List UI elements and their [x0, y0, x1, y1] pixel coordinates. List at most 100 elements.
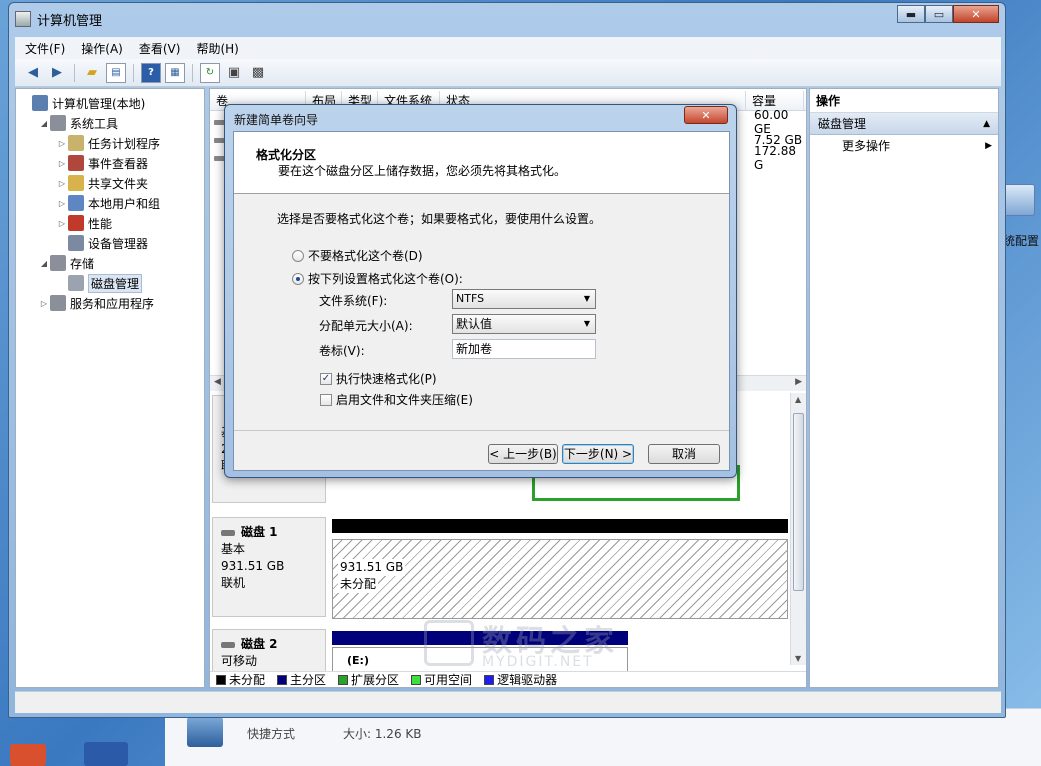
- format-radio[interactable]: [292, 272, 304, 285]
- expander-icon[interactable]: ▷: [56, 159, 68, 168]
- wizard-body: 格式化分区 要在这个磁盘分区上储存数据，您必须先将其格式化。 选择是否要格式化这…: [233, 131, 730, 471]
- shortcut-size: 大小: 1.26 KB: [343, 727, 422, 741]
- filesystem-select[interactable]: NTFS ▼: [452, 289, 596, 309]
- menu-bar: 文件(F) 操作(A) 查看(V) 帮助(H): [15, 37, 1001, 59]
- taskbar-app-icon[interactable]: [10, 744, 46, 766]
- expander-icon[interactable]: ▷: [38, 299, 50, 308]
- back-button[interactable]: < 上一步(B): [488, 444, 558, 464]
- scroll-left-icon[interactable]: ◀: [214, 377, 221, 387]
- menu-help[interactable]: 帮助(H): [196, 40, 238, 57]
- disk-1-size: 931.51 GB: [221, 559, 285, 573]
- menu-action[interactable]: 操作(A): [81, 40, 123, 57]
- legend-item: 主分区: [277, 671, 326, 687]
- scroll-right-icon[interactable]: ▶: [795, 377, 802, 387]
- quick-format-option[interactable]: ✓ 执行快速格式化(P): [320, 370, 437, 387]
- disk-2-name: 磁盘 2: [241, 637, 278, 651]
- maximize-button[interactable]: ▭: [925, 5, 953, 23]
- tree-item[interactable]: 磁盘管理: [16, 273, 204, 293]
- tree-item-label: 存储: [70, 256, 95, 271]
- format-option[interactable]: 按下列设置格式化这个卷(O):: [292, 270, 463, 287]
- quick-format-checkbox[interactable]: ✓: [320, 372, 332, 385]
- more-actions-label: 更多操作: [842, 139, 891, 153]
- expander-icon[interactable]: ▷: [56, 179, 68, 188]
- tree-node-icon: [50, 115, 66, 131]
- scroll-thumb[interactable]: [793, 413, 804, 591]
- actions-section-disk-management[interactable]: 磁盘管理 ▲: [810, 113, 998, 135]
- refresh-icon[interactable]: ↻: [200, 62, 220, 83]
- disk-icon: [221, 529, 235, 536]
- next-button[interactable]: 下一步(N) >: [562, 444, 634, 464]
- scroll-down-icon[interactable]: ▼: [795, 654, 801, 663]
- compression-label: 启用文件和文件夹压缩(E): [336, 393, 473, 407]
- allocation-size-select[interactable]: 默认值 ▼: [452, 314, 596, 334]
- no-format-option[interactable]: 不要格式化这个卷(D): [292, 247, 423, 264]
- tree-node-icon: [68, 155, 84, 171]
- disk-1-label[interactable]: 磁盘 1 基本 931.51 GB 联机: [212, 517, 326, 617]
- tree-item[interactable]: ◢ 系统工具: [16, 113, 204, 133]
- compression-option[interactable]: 启用文件和文件夹压缩(E): [320, 391, 473, 408]
- tree-item-label: 磁盘管理: [88, 273, 143, 293]
- tree-item-label: 计算机管理(本地): [52, 96, 146, 111]
- tree-item[interactable]: ◢ 存储: [16, 253, 204, 273]
- properties-icon[interactable]: ▦: [165, 62, 185, 83]
- tree-item-label: 服务和应用程序: [70, 296, 155, 311]
- expander-icon[interactable]: ▷: [56, 199, 68, 208]
- shortcut-icon: [187, 717, 223, 747]
- tree-item-label: 性能: [88, 216, 113, 231]
- forward-arrow-icon[interactable]: ▶: [47, 63, 67, 83]
- expander-icon[interactable]: ▷: [56, 139, 68, 148]
- expander-icon[interactable]: ◢: [38, 259, 50, 268]
- filesystem-value: NTFS: [456, 292, 485, 305]
- watermark: 数码之家 MYDIGIT.NET: [424, 616, 654, 676]
- settings-icon[interactable]: ▩: [248, 63, 268, 83]
- vertical-scrollbar[interactable]: ▲ ▼: [790, 393, 806, 665]
- toolbar-separator: [74, 63, 75, 82]
- disk-1-unallocated-partition[interactable]: [332, 539, 788, 619]
- disk-2-label[interactable]: 磁盘 2 可移动: [212, 629, 326, 675]
- legend-item: 未分配: [216, 671, 266, 687]
- show-tree-icon[interactable]: ▤: [106, 62, 126, 83]
- tree-item-label: 事件查看器: [88, 156, 149, 171]
- tree-item[interactable]: ▷ 服务和应用程序: [16, 293, 204, 313]
- window-titlebar[interactable]: 计算机管理: [15, 10, 102, 29]
- expander-icon[interactable]: ▷: [56, 219, 68, 228]
- no-format-radio[interactable]: [292, 249, 304, 262]
- tree-item[interactable]: ▷ 共享文件夹: [16, 173, 204, 193]
- word-app-icon[interactable]: [84, 742, 128, 766]
- wizard-question: 选择是否要格式化这个卷；如果要格式化，要使用什么设置。: [277, 212, 602, 226]
- tree-node-icon: [50, 255, 66, 271]
- help-icon[interactable]: ?: [141, 62, 161, 83]
- volume-label-input[interactable]: 新加卷: [452, 339, 596, 359]
- tree-item[interactable]: ▷ 任务计划程序: [16, 133, 204, 153]
- tree-item[interactable]: 设备管理器: [16, 233, 204, 253]
- disk-1-type: 基本: [221, 542, 246, 556]
- desktop-config-label[interactable]: 统配置: [1003, 232, 1039, 249]
- more-actions[interactable]: 更多操作 ▶: [810, 135, 998, 157]
- tree-item[interactable]: ▷ 事件查看器: [16, 153, 204, 173]
- close-button[interactable]: ✕: [953, 5, 999, 23]
- removable-disk-icon: [221, 641, 235, 648]
- back-arrow-icon[interactable]: ◀: [23, 63, 43, 83]
- shortcut-type: 快捷方式: [247, 727, 296, 741]
- disk-1-partition-state: 未分配: [338, 576, 379, 593]
- tree-item-label: 设备管理器: [88, 236, 149, 251]
- expander-icon[interactable]: ◢: [38, 119, 50, 128]
- cancel-button[interactable]: 取消: [648, 444, 720, 464]
- legend-label: 未分配: [229, 673, 266, 687]
- scroll-up-icon[interactable]: ▲: [795, 395, 801, 404]
- wizard-close-button[interactable]: ✕: [684, 106, 728, 124]
- toolbar: ◀ ▶ ▰ ▤ ? ▦ ↻ ▣ ▩: [15, 59, 1001, 87]
- tree-item[interactable]: ▷ 性能: [16, 213, 204, 233]
- menu-view[interactable]: 查看(V): [139, 40, 181, 57]
- quick-format-label: 执行快速格式化(P): [336, 372, 437, 386]
- export-icon[interactable]: ▣: [224, 63, 244, 83]
- compression-checkbox[interactable]: [320, 393, 332, 406]
- tree-node-icon: [68, 135, 84, 151]
- collapse-icon[interactable]: ▲: [983, 113, 990, 135]
- tree-item[interactable]: ▷ 本地用户和组: [16, 193, 204, 213]
- tree-item[interactable]: 计算机管理(本地): [16, 93, 204, 113]
- desktop-config-icon[interactable]: [1003, 184, 1035, 216]
- up-folder-icon[interactable]: ▰: [82, 63, 102, 83]
- menu-file[interactable]: 文件(F): [25, 40, 65, 57]
- minimize-button[interactable]: ▬: [897, 5, 925, 23]
